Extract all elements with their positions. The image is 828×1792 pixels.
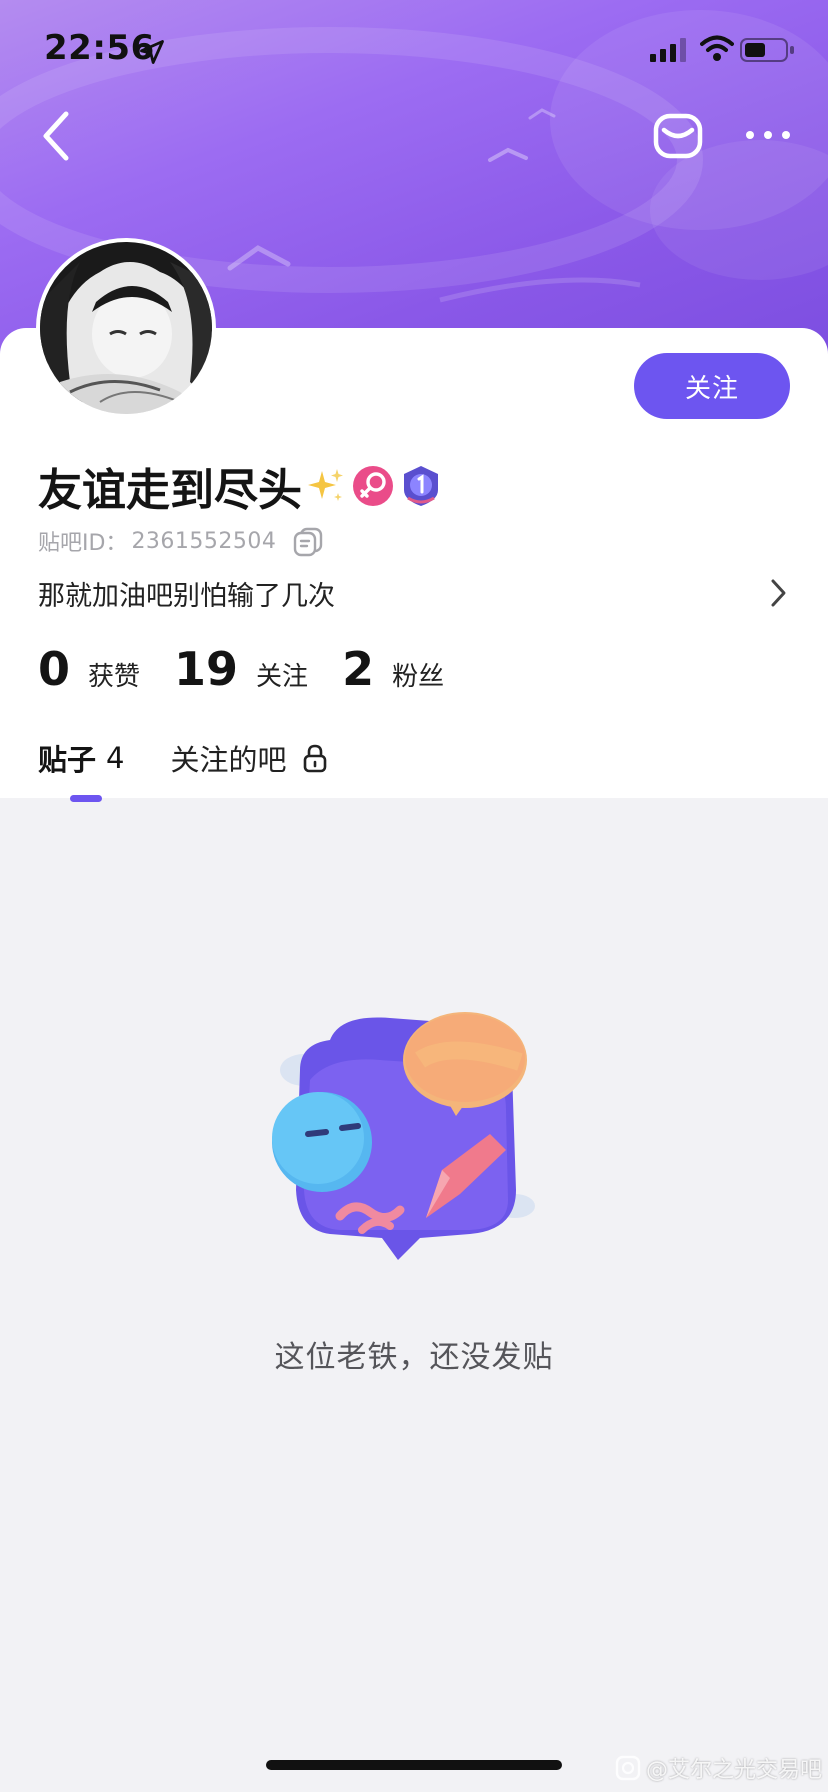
profile-page: 22:56 关注 友谊走到尽头 贴吧ID： 2361552504 那就加油吧别怕… bbox=[0, 0, 828, 1792]
stat-label: 粉丝 bbox=[392, 662, 445, 692]
battery-icon bbox=[740, 38, 794, 62]
stat-likes: 0 获赞 bbox=[38, 642, 140, 696]
stats-row: 0 获赞 19 关注 2 粉丝 bbox=[38, 642, 478, 708]
level-badge-icon bbox=[404, 466, 438, 506]
cellular-signal-icon bbox=[650, 38, 686, 62]
follow-button[interactable]: 关注 bbox=[634, 353, 790, 419]
sparkle-icon bbox=[308, 469, 343, 501]
female-icon bbox=[353, 466, 393, 506]
more-dots-icon[interactable] bbox=[744, 120, 792, 150]
tab-followed-bars-label: 关注的吧 bbox=[170, 743, 287, 777]
lock-icon bbox=[304, 744, 327, 773]
chevron-right-icon bbox=[771, 579, 786, 607]
watermark-logo-icon bbox=[615, 1755, 641, 1781]
stat-number: 2 bbox=[342, 642, 375, 696]
avatar-image bbox=[40, 242, 212, 414]
copy-icon[interactable] bbox=[292, 525, 324, 557]
tieba-id: 贴吧ID： 2361552504 bbox=[38, 524, 324, 558]
home-indicator[interactable] bbox=[266, 1760, 562, 1770]
bio-text: 那就加油吧别怕输了几次 bbox=[38, 580, 335, 612]
bio-row[interactable]: 那就加油吧别怕输了几次 bbox=[38, 572, 790, 614]
watermark-text: @艾尔之光交易吧 bbox=[646, 1758, 823, 1783]
username-row: 友谊走到尽头 bbox=[38, 456, 442, 516]
back-chevron-icon[interactable] bbox=[36, 108, 76, 164]
location-arrow-icon bbox=[140, 40, 164, 64]
watermark: @艾尔之光交易吧 bbox=[614, 1752, 822, 1784]
avatar[interactable] bbox=[36, 238, 216, 418]
wifi-icon bbox=[700, 35, 734, 61]
empty-state-illustration bbox=[272, 1012, 535, 1260]
stat-number: 0 bbox=[38, 642, 71, 696]
stat-followers[interactable]: 2 粉丝 bbox=[342, 642, 444, 696]
mail-icon[interactable] bbox=[652, 110, 704, 162]
profile-tabs: 贴子 4 关注的吧 bbox=[38, 728, 374, 802]
stat-number: 19 bbox=[174, 642, 239, 696]
status-bar: 22:56 bbox=[0, 0, 828, 100]
tab-posts-count: 4 bbox=[106, 741, 125, 775]
tab-followed-bars[interactable]: 关注的吧 bbox=[170, 737, 328, 779]
active-tab-indicator bbox=[70, 795, 102, 802]
tieba-id-value: 2361552504 bbox=[131, 528, 277, 554]
stat-following[interactable]: 19 关注 bbox=[174, 642, 308, 696]
stat-label: 获赞 bbox=[88, 662, 141, 692]
tab-posts[interactable]: 贴子 4 bbox=[38, 737, 125, 802]
username: 友谊走到尽头 bbox=[38, 465, 302, 516]
tieba-id-label: 贴吧ID： bbox=[38, 531, 128, 556]
stat-label: 关注 bbox=[256, 662, 309, 692]
empty-state-message: 这位老铁，还没发贴 bbox=[274, 1340, 554, 1375]
tab-posts-label: 贴子 bbox=[38, 743, 97, 777]
